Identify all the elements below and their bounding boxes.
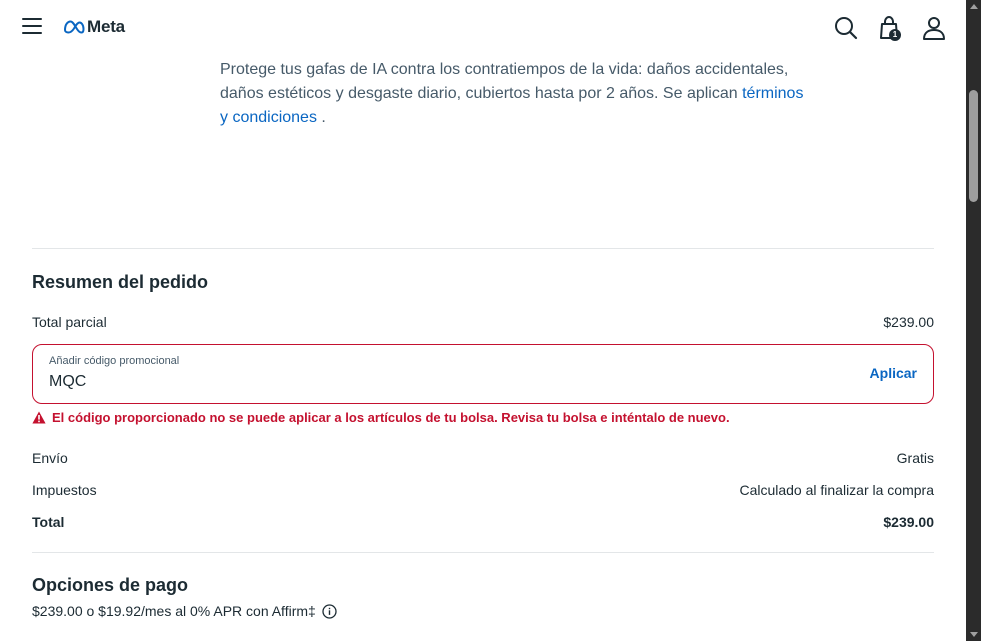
scroll-down-arrow-icon[interactable] (970, 632, 978, 637)
order-summary-title: Resumen del pedido (32, 272, 209, 292)
protection-text: Protege tus gafas de IA contra los contr… (220, 61, 789, 102)
apply-promo-button[interactable]: Aplicar (870, 365, 917, 381)
promo-code-input[interactable] (49, 373, 749, 391)
subtotal-value: $239.00 (883, 314, 934, 330)
total-label: Total (32, 514, 65, 530)
taxes-value: Calculado al finalizar la compra (739, 482, 934, 498)
divider (32, 248, 934, 249)
payment-options-title: Opciones de pago (32, 575, 189, 595)
promo-code-label: Añadir código promocional (49, 355, 180, 367)
subtotal-row: Total parcial $239.00 (32, 314, 934, 330)
taxes-row: Impuestos Calculado al finalizar la comp… (32, 482, 934, 498)
warning-icon (32, 411, 46, 424)
shipping-value: Gratis (896, 450, 934, 466)
promo-error-message: El código proporcionado no se puede apli… (32, 410, 730, 425)
site-header: Meta 1 (0, 0, 966, 56)
scrollbar[interactable] (966, 0, 981, 641)
meta-logo[interactable]: Meta (63, 17, 125, 37)
total-value: $239.00 (883, 514, 934, 530)
affirm-payment-line: $239.00 o $19.92/mes al 0% APR con Affir… (32, 603, 337, 619)
subtotal-label: Total parcial (32, 314, 107, 330)
promo-code-field: Añadir código promocional Aplicar (32, 344, 934, 404)
divider (32, 552, 934, 553)
affirm-text: $239.00 o $19.92/mes al 0% APR con Affir… (32, 603, 316, 619)
protection-plan-description: Protege tus gafas de IA contra los contr… (220, 58, 810, 130)
total-row: Total $239.00 (32, 514, 934, 530)
shipping-row: Envío Gratis (32, 450, 934, 466)
checkout-page: Meta 1 Protege tus gafas de IA contra lo… (0, 0, 966, 641)
meta-logo-icon (63, 20, 85, 34)
search-icon[interactable] (833, 15, 859, 41)
user-icon[interactable] (921, 15, 947, 41)
menu-icon[interactable] (22, 18, 42, 36)
cart-count-badge: 1 (889, 29, 901, 41)
protection-suffix: . (316, 109, 326, 126)
shipping-label: Envío (32, 450, 68, 466)
scrollbar-thumb[interactable] (969, 90, 978, 202)
scroll-up-arrow-icon[interactable] (970, 4, 978, 9)
taxes-label: Impuestos (32, 482, 97, 498)
info-icon[interactable] (322, 603, 337, 619)
logo-text: Meta (87, 17, 125, 36)
error-text: El código proporcionado no se puede apli… (52, 410, 730, 425)
